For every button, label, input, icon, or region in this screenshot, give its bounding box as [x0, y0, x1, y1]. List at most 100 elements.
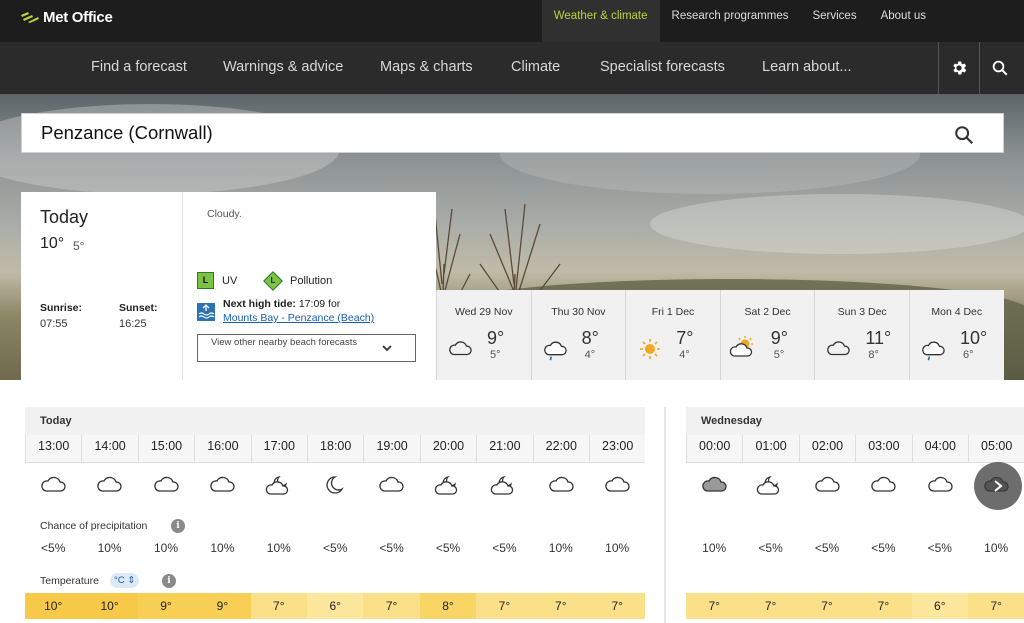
hourly-day-label: Wednesday	[701, 415, 762, 427]
high-tide-time: 17:09 for	[298, 298, 341, 310]
day-name: Fri 1 Dec	[651, 306, 695, 318]
hour-time: 02:00	[798, 435, 856, 463]
nav-warnings-advice[interactable]: Warnings & advice	[223, 42, 343, 94]
day-name: Mon 4 Dec	[931, 306, 983, 318]
day-tab-fri[interactable]: Fri 1 Dec 7° 4°	[625, 290, 720, 380]
cloud-icon	[39, 475, 67, 498]
tide-location-link[interactable]: Mounts Bay - Penzance (Beach)	[223, 312, 374, 324]
nav-search-button[interactable]	[979, 42, 1019, 94]
temperature-value: 10°	[81, 593, 138, 619]
hour-column: 23:00 10% 7°	[589, 435, 646, 623]
moon-icon	[321, 475, 349, 500]
hourly-day-label: Today	[40, 415, 72, 427]
precipitation-value: <5%	[323, 541, 348, 555]
settings-button[interactable]	[938, 42, 978, 94]
scroll-next-button[interactable]	[974, 462, 1022, 510]
high-tide-label: Next high tide:	[223, 298, 296, 310]
nav-maps-charts[interactable]: Maps & charts	[380, 42, 473, 94]
partly-cloudy-night-icon	[434, 475, 462, 500]
location-search[interactable]: Penzance (Cornwall)	[21, 113, 1004, 153]
top-links: Weather & climate Research programmes Se…	[541, 0, 1024, 42]
day-high: 7°	[676, 328, 694, 348]
hour-time: 14:00	[81, 435, 138, 463]
hour-time: 01:00	[742, 435, 799, 463]
day-low: 6°	[962, 349, 974, 361]
temperature-value: 7°	[742, 593, 799, 619]
sunset-label: Sunset:	[119, 302, 158, 314]
search-icon	[955, 126, 974, 145]
precipitation-value: 10%	[702, 541, 727, 555]
hour-column: 20:00 <5% 8°	[419, 435, 477, 623]
cloud-icon	[926, 475, 954, 498]
cloud-icon	[603, 475, 631, 498]
uv-label[interactable]: UV	[222, 275, 237, 287]
temperature-value: 6°	[911, 593, 968, 619]
partly-cloudy-night-icon	[756, 475, 784, 500]
chevron-right-icon	[994, 480, 1003, 492]
temperature-row-label: Temperature	[40, 575, 99, 587]
search-input[interactable]: Penzance (Cornwall)	[41, 114, 213, 152]
today-title: Today	[40, 207, 89, 227]
today-left-panel: Today 10° 5° Sunrise: 07:55 Sunset: 16:2…	[21, 192, 183, 380]
temperature-value: 7°	[476, 593, 533, 619]
nav-specialist-forecasts[interactable]: Specialist forecasts	[600, 42, 725, 94]
temperature-unit-toggle[interactable]: °C ⇕	[110, 573, 140, 588]
day-name: Wed 29 Nov	[455, 306, 513, 318]
sunset-time: 16:25	[119, 318, 147, 330]
hour-time: 20:00	[419, 435, 477, 463]
cloud-icon	[208, 475, 236, 498]
day-divider	[664, 407, 666, 623]
top-link-research[interactable]: Research programmes	[660, 0, 801, 42]
day-tab-thu[interactable]: Thu 30 Nov 8° 4°	[530, 290, 626, 380]
pollution-label[interactable]: Pollution	[290, 275, 332, 287]
daily-forecast-strip: Wed 29 Nov 9° 5° Thu 30 Nov 8° 4° Fri 1 …	[436, 290, 1004, 380]
nav-find-forecast[interactable]: Find a forecast	[91, 42, 187, 94]
nearby-beach-forecasts-dropdown[interactable]: View other nearby beach forecasts	[197, 334, 416, 362]
day-low: 5°	[773, 349, 785, 361]
day-tab-mon[interactable]: Mon 4 Dec 10° 6°	[908, 290, 1004, 380]
top-link-services[interactable]: Services	[800, 0, 868, 42]
top-link-about[interactable]: About us	[869, 0, 1024, 42]
day-tab-wed[interactable]: Wed 29 Nov 9° 5°	[436, 290, 531, 380]
met-office-logo[interactable]: Met Office	[20, 7, 113, 27]
day-name: Sat 2 Dec	[744, 306, 791, 318]
precipitation-value: <5%	[758, 541, 783, 555]
tide-icon	[197, 303, 215, 321]
nav-climate[interactable]: Climate	[511, 42, 560, 94]
precipitation-value: 10%	[984, 541, 1009, 555]
high-tide-text: Next high tide: 17:09 for	[223, 298, 340, 310]
temperature-value: 10°	[25, 593, 82, 619]
cloud-icon	[152, 475, 180, 498]
cloud-icon	[448, 340, 472, 361]
cloud-icon	[869, 475, 897, 498]
grey-cloud-icon	[700, 475, 728, 498]
cloud-icon	[826, 340, 851, 361]
nav-learn-about[interactable]: Learn about...	[762, 42, 852, 94]
today-description: Cloudy.	[207, 208, 242, 220]
temperature-value: 7°	[363, 593, 420, 619]
hour-column: 16:00 10% 9°	[194, 435, 251, 623]
precipitation-info-icon[interactable]: i	[171, 519, 185, 533]
temperature-value: 7°	[798, 593, 856, 619]
day-tab-sat[interactable]: Sat 2 Dec 9° 5°	[719, 290, 815, 380]
today-high: 10°	[40, 235, 65, 252]
precipitation-value: <5%	[379, 541, 404, 555]
day-tab-sun[interactable]: Sun 3 Dec 11° 8°	[814, 290, 909, 380]
hour-column: 00:00 10% 7°	[686, 435, 743, 623]
temperature-value: 8°	[419, 593, 477, 619]
precipitation-value: 10%	[548, 541, 573, 555]
day-low: 8°	[868, 349, 879, 361]
day-low: 4°	[584, 349, 596, 361]
temperature-unit: °C	[114, 575, 125, 586]
precipitation-value: <5%	[927, 541, 952, 555]
precipitation-value: 10%	[210, 541, 235, 555]
day-high: 10°	[959, 328, 988, 348]
hour-time: 15:00	[137, 435, 195, 463]
cloud-icon	[377, 475, 405, 498]
hourly-day-header: Wednesday	[686, 407, 1024, 435]
temperature-info-icon[interactable]: i	[162, 574, 176, 588]
hourly-wednesday-table: Wednesday 00:00 10% 7° 01:00 <5% 7° 02:00 <5% 7°…	[686, 407, 1024, 623]
search-submit-button[interactable]	[953, 124, 975, 146]
temperature-value: 7°	[968, 593, 1024, 619]
top-link-weather-climate[interactable]: Weather & climate	[541, 0, 660, 42]
